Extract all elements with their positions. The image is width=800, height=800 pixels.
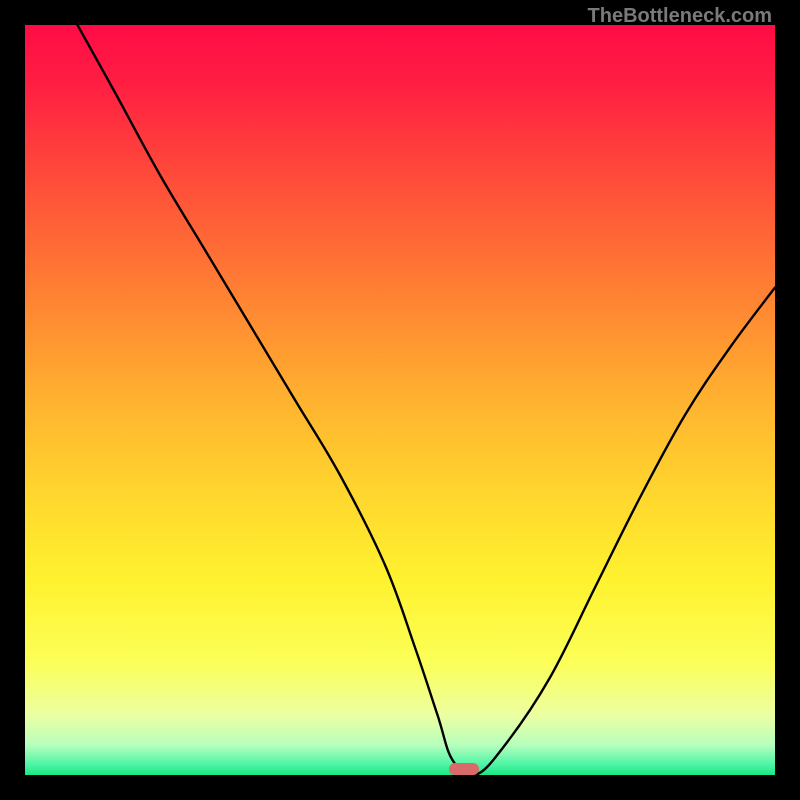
watermark-text: TheBottleneck.com [588,5,772,28]
chart-frame: TheBottleneck.com [0,0,800,800]
bottleneck-curve [25,25,775,775]
plot-area [25,25,775,775]
optimal-point-marker [449,763,479,775]
